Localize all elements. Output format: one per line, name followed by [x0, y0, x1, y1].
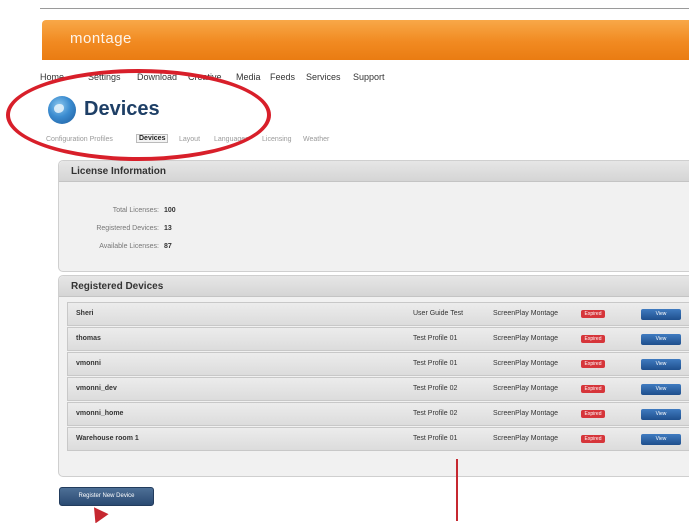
top-divider	[40, 8, 689, 9]
device-name: vmonni_home	[76, 410, 124, 417]
view-button[interactable]: View	[641, 309, 681, 320]
status-badge: Expired	[581, 335, 605, 343]
device-profile: Test Profile 02	[413, 410, 458, 417]
device-profile: Test Profile 01	[413, 435, 458, 442]
app-header: montage	[42, 20, 689, 60]
license-label: Total Licenses:	[112, 207, 159, 214]
nav-item-support[interactable]: Support	[353, 72, 385, 82]
annotation-line	[456, 459, 458, 521]
device-product: ScreenPlay Montage	[493, 435, 558, 442]
tab-weather[interactable]: Weather	[303, 136, 329, 143]
table-row[interactable]: Warehouse room 1 Test Profile 01 ScreenP…	[67, 427, 689, 451]
table-row[interactable]: vmonni_home Test Profile 02 ScreenPlay M…	[67, 402, 689, 426]
license-panel-title: License Information	[71, 166, 167, 177]
status-badge: Expired	[581, 310, 605, 318]
nav-item-media[interactable]: Media	[236, 72, 261, 82]
table-row[interactable]: thomas Test Profile 01 ScreenPlay Montag…	[67, 327, 689, 351]
license-value: 100	[164, 207, 176, 214]
device-name: thomas	[76, 335, 101, 342]
device-profile: Test Profile 02	[413, 385, 458, 392]
montage-logo[interactable]: montage	[70, 30, 132, 47]
license-label: Available Licenses:	[99, 243, 159, 250]
device-profile: User Guide Test	[413, 310, 464, 317]
license-label: Registered Devices:	[96, 225, 159, 232]
status-badge: Expired	[581, 410, 605, 418]
license-value: 13	[164, 225, 172, 232]
nav-item-services[interactable]: Services	[306, 72, 341, 82]
device-profile: Test Profile 01	[413, 335, 458, 342]
status-badge: Expired	[581, 385, 605, 393]
device-name: vmonni_dev	[76, 385, 117, 392]
devices-panel: Registered Devices Sheri User Guide Test…	[58, 275, 689, 477]
table-row[interactable]: Sheri User Guide Test ScreenPlay Montage…	[67, 302, 689, 326]
device-product: ScreenPlay Montage	[493, 335, 558, 342]
view-button[interactable]: View	[641, 359, 681, 370]
device-product: ScreenPlay Montage	[493, 410, 558, 417]
device-product: ScreenPlay Montage	[493, 385, 558, 392]
view-button[interactable]: View	[641, 409, 681, 420]
device-name: vmonni	[76, 360, 101, 367]
device-product: ScreenPlay Montage	[493, 310, 558, 317]
status-badge: Expired	[581, 360, 605, 368]
devices-panel-header: Registered Devices	[59, 276, 689, 297]
view-button[interactable]: View	[641, 334, 681, 345]
device-product: ScreenPlay Montage	[493, 360, 558, 367]
table-row[interactable]: vmonni_dev Test Profile 02 ScreenPlay Mo…	[67, 377, 689, 401]
device-profile: Test Profile 01	[413, 360, 458, 367]
table-row[interactable]: vmonni Test Profile 01 ScreenPlay Montag…	[67, 352, 689, 376]
view-button[interactable]: View	[641, 434, 681, 445]
nav-item-feeds[interactable]: Feeds	[270, 72, 295, 82]
device-name: Sheri	[76, 310, 94, 317]
register-new-device-button[interactable]: Register New Device	[59, 487, 154, 506]
highlight-oval	[6, 69, 271, 161]
license-panel: License Information Total Licenses: 100 …	[58, 160, 689, 272]
status-badge: Expired	[581, 435, 605, 443]
license-value: 87	[164, 243, 172, 250]
devices-panel-title: Registered Devices	[71, 281, 164, 292]
device-name: Warehouse room 1	[76, 435, 139, 442]
license-panel-header: License Information	[59, 161, 689, 182]
view-button[interactable]: View	[641, 384, 681, 395]
tab-licensing[interactable]: Licensing	[262, 136, 292, 143]
